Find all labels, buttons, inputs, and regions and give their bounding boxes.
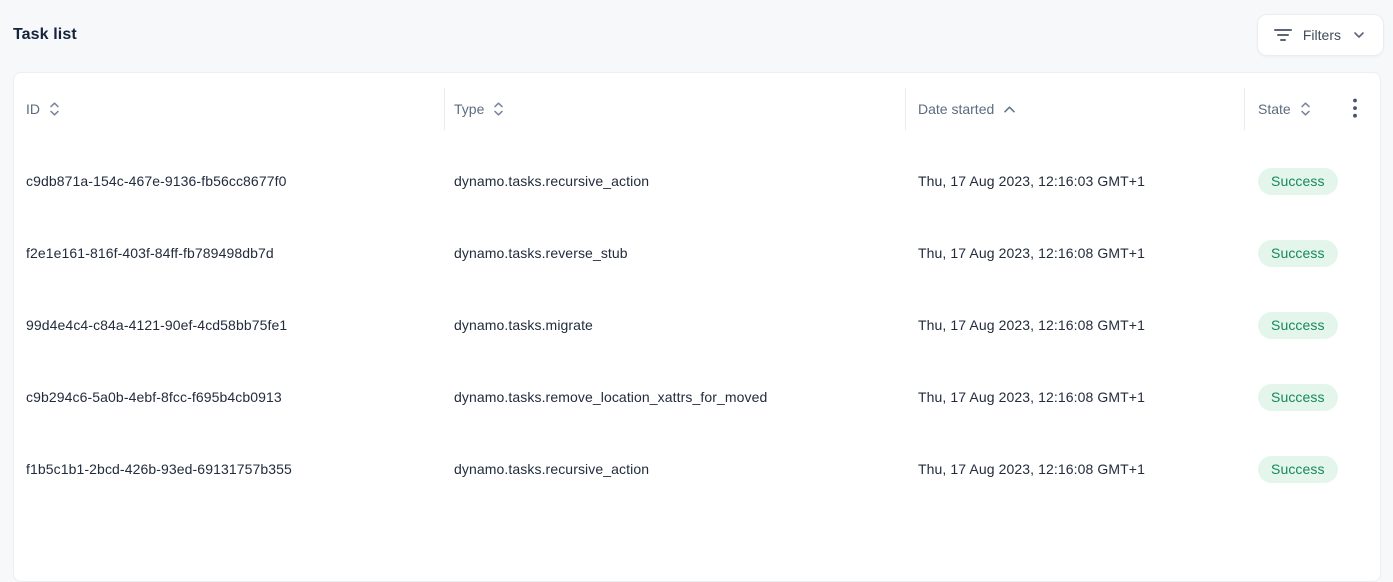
status-badge: Success bbox=[1258, 456, 1338, 483]
column-header-label: State bbox=[1258, 101, 1291, 117]
task-type-cell: dynamo.tasks.recursive_action bbox=[444, 173, 905, 189]
task-state-cell: Success bbox=[1244, 240, 1380, 267]
task-id: 99d4e4c4-c84a-4121-90ef-4cd58bb75fe1 bbox=[26, 317, 287, 333]
task-id-cell: f2e1e161-816f-403f-84ff-fb789498db7d bbox=[14, 245, 444, 261]
task-date-started: Thu, 17 Aug 2023, 12:16:08 GMT+1 bbox=[918, 245, 1145, 261]
table-row[interactable]: 99d4e4c4-c84a-4121-90ef-4cd58bb75fe1 dyn… bbox=[14, 289, 1380, 361]
task-date-started: Thu, 17 Aug 2023, 12:16:08 GMT+1 bbox=[918, 317, 1145, 333]
status-badge: Success bbox=[1258, 168, 1338, 195]
table-header-row: ID Type Date started bbox=[14, 73, 1380, 145]
task-id: f2e1e161-816f-403f-84ff-fb789498db7d bbox=[26, 245, 274, 261]
table-row[interactable]: f1b5c1b1-2bcd-426b-93ed-69131757b355 dyn… bbox=[14, 433, 1380, 505]
task-date-cell: Thu, 17 Aug 2023, 12:16:08 GMT+1 bbox=[905, 245, 1244, 261]
status-badge: Success bbox=[1258, 312, 1338, 339]
task-type-cell: dynamo.tasks.migrate bbox=[444, 317, 905, 333]
table-options-button[interactable] bbox=[1343, 93, 1367, 123]
task-id-cell: f1b5c1b1-2bcd-426b-93ed-69131757b355 bbox=[14, 461, 444, 477]
sort-updown-icon bbox=[1300, 101, 1311, 117]
filters-button-label: Filters bbox=[1303, 27, 1341, 43]
task-id-cell: c9db871a-154c-467e-9136-fb56cc8677f0 bbox=[14, 173, 444, 189]
task-state-cell: Success bbox=[1244, 168, 1380, 195]
page-header: Task list Filters bbox=[0, 0, 1393, 72]
task-state-cell: Success bbox=[1244, 384, 1380, 411]
task-type: dynamo.tasks.migrate bbox=[454, 317, 593, 333]
task-type: dynamo.tasks.remove_location_xattrs_for_… bbox=[454, 389, 767, 405]
task-type-cell: dynamo.tasks.remove_location_xattrs_for_… bbox=[444, 389, 905, 405]
task-date-started: Thu, 17 Aug 2023, 12:16:03 GMT+1 bbox=[918, 173, 1145, 189]
filter-lines-icon bbox=[1274, 29, 1292, 41]
task-type-cell: dynamo.tasks.recursive_action bbox=[444, 461, 905, 477]
sort-updown-icon bbox=[49, 101, 60, 117]
task-date-cell: Thu, 17 Aug 2023, 12:16:08 GMT+1 bbox=[905, 461, 1244, 477]
task-id-cell: c9b294c6-5a0b-4ebf-8fcc-f695b4cb0913 bbox=[14, 389, 444, 405]
task-id-cell: 99d4e4c4-c84a-4121-90ef-4cd58bb75fe1 bbox=[14, 317, 444, 333]
task-type: dynamo.tasks.recursive_action bbox=[454, 173, 649, 189]
task-state-cell: Success bbox=[1244, 312, 1380, 339]
task-state-cell: Success bbox=[1244, 456, 1380, 483]
task-id: c9b294c6-5a0b-4ebf-8fcc-f695b4cb0913 bbox=[26, 389, 282, 405]
task-date-started: Thu, 17 Aug 2023, 12:16:08 GMT+1 bbox=[918, 461, 1145, 477]
column-header-id[interactable]: ID bbox=[14, 73, 444, 145]
task-date-cell: Thu, 17 Aug 2023, 12:16:08 GMT+1 bbox=[905, 317, 1244, 333]
chevron-down-icon bbox=[1352, 28, 1366, 42]
sort-updown-icon bbox=[493, 101, 504, 117]
column-header-label: Type bbox=[454, 101, 484, 117]
task-type-cell: dynamo.tasks.reverse_stub bbox=[444, 245, 905, 261]
table-row[interactable]: f2e1e161-816f-403f-84ff-fb789498db7d dyn… bbox=[14, 217, 1380, 289]
task-type: dynamo.tasks.recursive_action bbox=[454, 461, 649, 477]
task-date-cell: Thu, 17 Aug 2023, 12:16:08 GMT+1 bbox=[905, 389, 1244, 405]
status-badge: Success bbox=[1258, 240, 1338, 267]
chevron-up-icon bbox=[1003, 105, 1016, 114]
task-type: dynamo.tasks.reverse_stub bbox=[454, 245, 628, 261]
task-date-cell: Thu, 17 Aug 2023, 12:16:03 GMT+1 bbox=[905, 173, 1244, 189]
task-id: f1b5c1b1-2bcd-426b-93ed-69131757b355 bbox=[26, 461, 292, 477]
column-header-date_started[interactable]: Date started bbox=[905, 73, 1244, 145]
task-id: c9db871a-154c-467e-9136-fb56cc8677f0 bbox=[26, 173, 286, 189]
task-table-card: ID Type Date started bbox=[13, 72, 1381, 582]
column-header-type[interactable]: Type bbox=[444, 73, 905, 145]
kebab-menu-icon bbox=[1353, 98, 1357, 118]
column-header-label: ID bbox=[26, 101, 40, 117]
table-row[interactable]: c9db871a-154c-467e-9136-fb56cc8677f0 dyn… bbox=[14, 145, 1380, 217]
task-date-started: Thu, 17 Aug 2023, 12:16:08 GMT+1 bbox=[918, 389, 1145, 405]
table-row[interactable]: c9b294c6-5a0b-4ebf-8fcc-f695b4cb0913 dyn… bbox=[14, 361, 1380, 433]
filters-button[interactable]: Filters bbox=[1257, 14, 1384, 56]
status-badge: Success bbox=[1258, 384, 1338, 411]
table-body: c9db871a-154c-467e-9136-fb56cc8677f0 dyn… bbox=[14, 145, 1380, 505]
page-title: Task list bbox=[13, 26, 77, 44]
column-header-label: Date started bbox=[918, 101, 994, 117]
